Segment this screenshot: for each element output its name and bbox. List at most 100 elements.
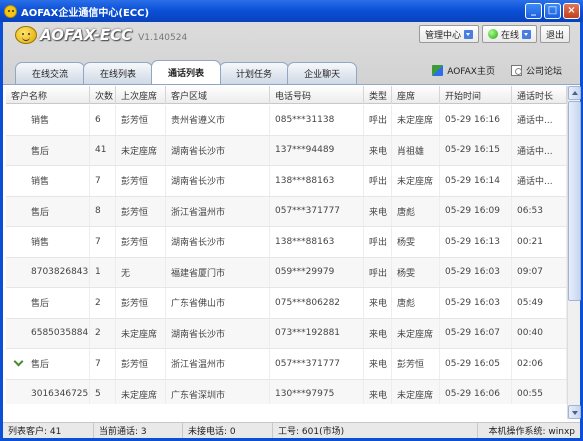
company-forum-link[interactable]: 公司论坛 — [510, 64, 562, 77]
vertical-scrollbar[interactable] — [567, 86, 581, 419]
cell-count-text: 6 — [95, 114, 101, 125]
version-label: V1.140524 — [138, 32, 188, 43]
cell-customer-name-text: 3016346725 — [31, 389, 89, 400]
cell-duration: 02:06 — [512, 349, 567, 379]
column-header-type[interactable]: 类型 — [364, 86, 392, 104]
cell-customer-name-text: 售后 — [31, 299, 50, 310]
scroll-down-arrow-icon[interactable] — [568, 405, 581, 419]
cell-region: 湖南省长沙市 — [166, 318, 270, 348]
cell-duration-text: 00:55 — [517, 389, 543, 400]
cell-agent: 未定座席 — [392, 318, 440, 348]
cell-region-text: 湖南省长沙市 — [171, 238, 226, 249]
cell-region-text: 浙江省温州市 — [171, 360, 226, 371]
cell-last-agent: 未定座席 — [116, 318, 166, 348]
scroll-up-arrow-icon[interactable] — [568, 86, 581, 100]
cell-type: 来电 — [364, 379, 392, 404]
table-row[interactable]: 销售 7 彭芳恒 湖南省长沙市 138***88163 呼出 未定座席 05-29 16:14… — [6, 166, 567, 197]
cell-customer-name-text: 销售 — [31, 177, 50, 188]
table-row[interactable]: 售后 41 未定座席 湖南省长沙市 137***94489 来电 肖祖雄 05-29 16:1… — [6, 135, 567, 166]
cell-phone: 057***371777 — [270, 196, 364, 226]
table-row[interactable]: 销售 7 彭芳恒 湖南省长沙市 138***88163 呼出 杨雯 05-29 16:13 00… — [6, 227, 567, 258]
cell-phone-text: 073***192881 — [275, 328, 341, 339]
cell-phone-text: 138***88163 — [275, 236, 335, 247]
cell-agent: 唐彪 — [392, 288, 440, 318]
cell-phone: 057***371777 — [270, 349, 364, 379]
table-row[interactable]: 售后 8 彭芳恒 浙江省温州市 057***371777 来电 唐彪 05-29 16:09 0… — [6, 196, 567, 227]
cell-region: 广东省深圳市 — [166, 379, 270, 404]
minimize-button[interactable]: _ — [525, 3, 542, 19]
cell-duration: 00:55 — [512, 379, 567, 404]
logout-button[interactable]: 退出 — [539, 25, 570, 43]
table-row[interactable]: 售后 7 彭芳恒 浙江省温州市 057***371777 来电 彭芳恒 05-29 16:05… — [6, 349, 567, 380]
table-row[interactable]: 8703826843 1 无 福建省厦门市 059***29979 呼出 杨雯 05-29 1… — [6, 257, 567, 288]
cell-agent-text: 未定座席 — [397, 116, 434, 127]
column-header-last-agent[interactable]: 上次座席 — [116, 86, 166, 104]
scrollbar-thumb[interactable] — [568, 101, 581, 301]
close-button[interactable]: × — [563, 3, 580, 19]
tab-enterprise-chat[interactable]: 企业聊天 — [287, 62, 358, 84]
cell-type-text: 来电 — [369, 207, 388, 218]
os-info: 本机操作系统: winxp — [488, 427, 576, 437]
cell-start-time: 05-29 16:14 — [440, 166, 512, 196]
cell-count: 2 — [90, 318, 116, 348]
cell-agent: 唐彪 — [392, 196, 440, 226]
tab-call-list[interactable]: 通话列表 — [151, 60, 222, 84]
online-status-icon — [487, 29, 498, 39]
table-row[interactable]: 6585035884 2 未定座席 湖南省长沙市 073***192881 来电 未定座席 0… — [6, 318, 567, 349]
brand-name: AOFAX-ECC — [40, 26, 133, 44]
cell-agent-text: 唐彪 — [397, 299, 416, 310]
cell-start-time-text: 05-29 16:16 — [445, 114, 500, 125]
smiley-logo-icon — [15, 26, 37, 44]
column-header-duration[interactable]: 通话时长 — [512, 86, 567, 104]
cell-duration: 通话中... — [512, 135, 567, 165]
list-customer-count: 列表客户: 41 — [3, 423, 94, 438]
cell-type-text: 来电 — [369, 299, 388, 310]
forum-icon — [510, 65, 522, 76]
maximize-button[interactable]: □ — [544, 3, 561, 19]
column-header-phone[interactable]: 电话号码 — [270, 86, 364, 104]
status-button[interactable]: 在线 — [481, 25, 537, 43]
cell-agent-text: 杨雯 — [397, 268, 416, 279]
missed-calls-count: 未接电话: 0 — [183, 423, 273, 438]
aofax-home-link[interactable]: AOFAX主页 — [432, 64, 495, 77]
cell-region: 贵州省遵义市 — [166, 105, 270, 135]
cell-type: 来电 — [364, 288, 392, 318]
cell-type: 来电 — [364, 135, 392, 165]
cell-agent-text: 杨雯 — [397, 238, 416, 249]
table-row[interactable]: 3016346725 5 未定座席 广东省深圳市 130***97975 来电 未定座席 05… — [6, 379, 567, 404]
cell-agent: 杨雯 — [392, 257, 440, 287]
column-header-region[interactable]: 客户区域 — [166, 86, 270, 104]
cell-start-time: 05-29 16:16 — [440, 105, 512, 135]
table-row[interactable]: 售后 2 彭芳恒 广东省佛山市 075***806282 来电 唐彪 05-29 16:03 0… — [6, 288, 567, 319]
cell-count-text: 2 — [95, 328, 101, 339]
column-header-count[interactable]: 次数 — [90, 86, 116, 104]
table-row[interactable]: 销售 6 彭芳恒 贵州省遵义市 085***31138 呼出 未定座席 05-29 16:16… — [6, 105, 567, 136]
table-header: 客户名称 次数 上次座席 客户区域 电话号码 类型 座席 开始时间 通话时长 — [6, 86, 567, 104]
cell-type: 呼出 — [364, 166, 392, 196]
cell-type: 来电 — [364, 196, 392, 226]
cell-last-agent: 彭芳恒 — [116, 105, 166, 135]
column-header-customer-name[interactable]: 客户名称 — [6, 86, 90, 104]
cell-type-text: 呼出 — [369, 116, 388, 127]
cell-customer-name: 销售 — [6, 166, 90, 196]
cell-customer-name-text: 销售 — [31, 238, 50, 249]
cell-count: 7 — [90, 227, 116, 257]
cell-count: 41 — [90, 135, 116, 165]
cell-last-agent-text: 彭芳恒 — [121, 177, 149, 188]
cell-agent-text: 未定座席 — [397, 390, 434, 401]
cell-phone-text: 075***806282 — [275, 297, 341, 308]
call-list-table: 销售 6 彭芳恒 贵州省遵义市 085***31138 呼出 未定座席 05-29 16:16… — [6, 105, 567, 404]
tab-scheduled-tasks[interactable]: 计划任务 — [219, 62, 290, 84]
manage-center-button[interactable]: 管理中心 — [418, 25, 479, 43]
cell-duration: 06:53 — [512, 196, 567, 226]
column-header-start-time[interactable]: 开始时间 — [440, 86, 512, 104]
cell-start-time: 05-29 16:03 — [440, 257, 512, 287]
tab-online-chat[interactable]: 在线交流 — [15, 62, 86, 84]
cell-duration: 05:49 — [512, 288, 567, 318]
cell-last-agent: 彭芳恒 — [116, 227, 166, 257]
column-header-agent[interactable]: 座席 — [392, 86, 440, 104]
cell-phone-text: 137***94489 — [275, 145, 335, 156]
cell-duration: 通话中... — [512, 166, 567, 196]
tab-online-list[interactable]: 在线列表 — [83, 62, 154, 84]
cell-last-agent: 未定座席 — [116, 379, 166, 404]
